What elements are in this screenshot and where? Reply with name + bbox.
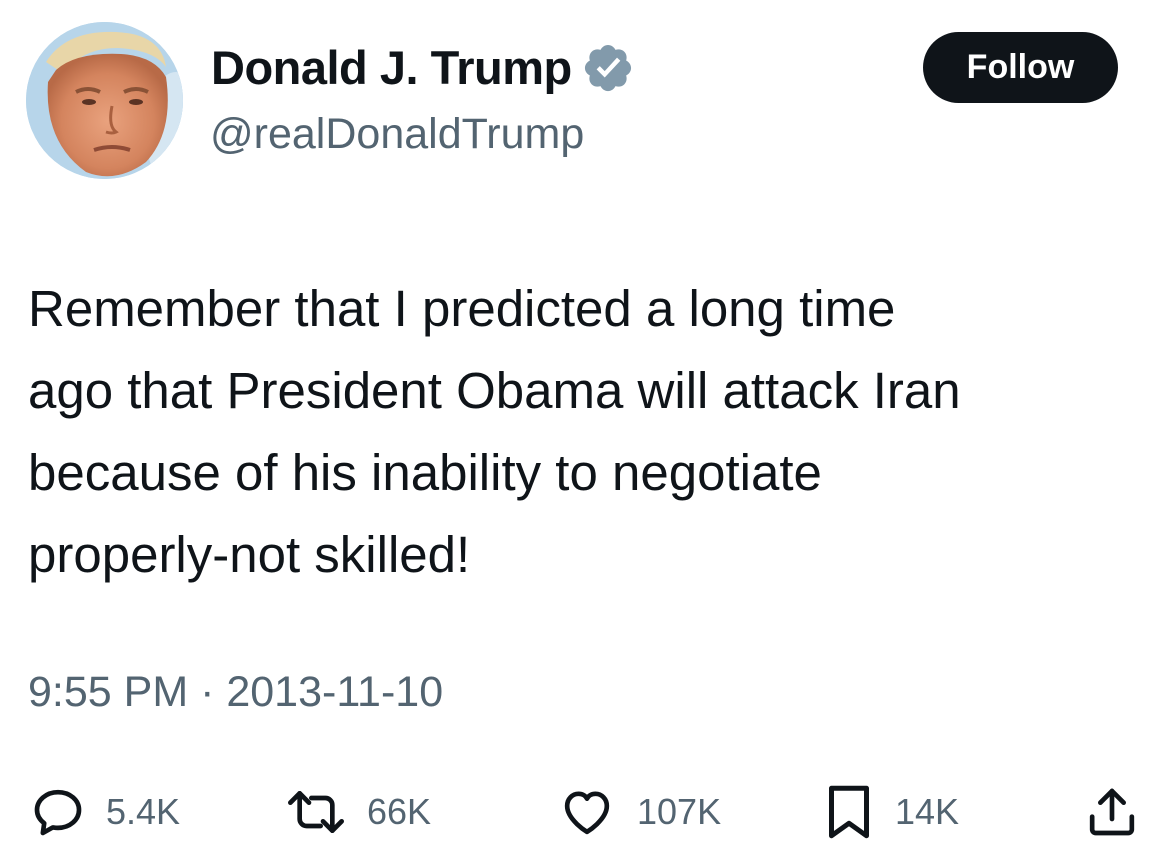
action-bar: 5.4K 66K 107K 14K: [0, 777, 1170, 847]
tweet-text-line: because of his inability to negotiate: [28, 444, 822, 501]
reply-icon: [30, 784, 86, 840]
bookmark-icon: [823, 782, 875, 842]
avatar[interactable]: [26, 22, 183, 179]
reply-button[interactable]: 5.4K: [30, 777, 180, 847]
bookmark-button[interactable]: 14K: [823, 777, 959, 847]
tweet-text: Remember that I predicted a long time ag…: [28, 268, 1148, 596]
like-count: 107K: [637, 791, 722, 832]
share-button[interactable]: [1084, 777, 1140, 847]
share-icon: [1084, 784, 1140, 840]
tweet-text-line: properly-not skilled!: [28, 526, 471, 583]
heart-icon: [557, 784, 617, 840]
user-handle[interactable]: @realDonaldTrump: [210, 106, 584, 162]
like-button[interactable]: 107K: [557, 777, 721, 847]
follow-button[interactable]: Follow: [923, 32, 1118, 103]
display-name-text: Donald J. Trump: [211, 41, 572, 94]
tweet-timestamp[interactable]: 9:55 PM · 2013-11-10: [28, 664, 443, 720]
avatar-image: [26, 22, 183, 179]
display-name[interactable]: Donald J. Trump: [211, 40, 635, 96]
bookmark-count: 14K: [895, 791, 960, 832]
reply-count: 5.4K: [106, 791, 181, 832]
repost-icon: [285, 784, 347, 840]
repost-count: 66K: [367, 791, 432, 832]
verified-badge-icon: [581, 41, 635, 95]
tweet-text-line: Remember that I predicted a long time: [28, 280, 896, 337]
repost-button[interactable]: 66K: [285, 777, 431, 847]
tweet-text-line: ago that President Obama will attack Ira…: [28, 362, 961, 419]
